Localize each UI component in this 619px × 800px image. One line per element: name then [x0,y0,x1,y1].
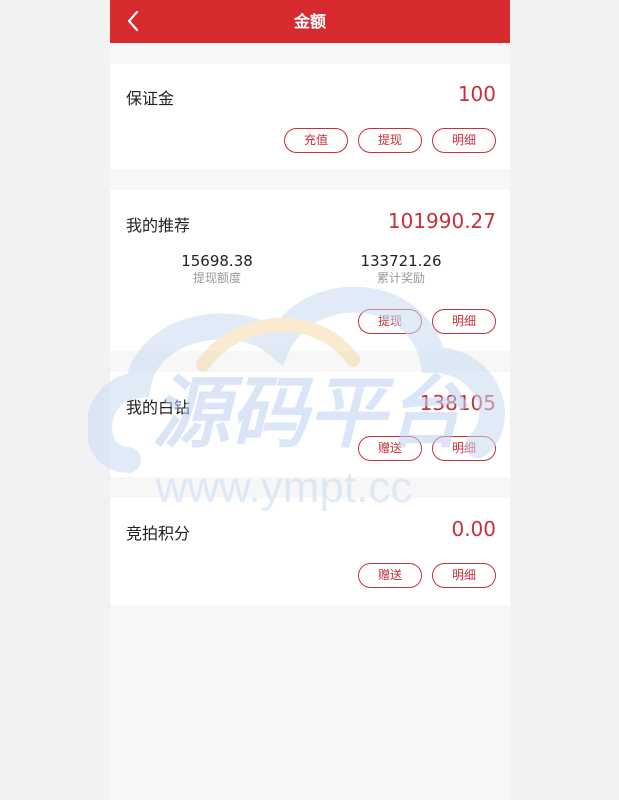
diamond-amount: 138105 [419,391,496,415]
referral-withdraw-button[interactable]: 提现 [358,309,422,334]
page-title: 金额 [293,12,326,31]
auction-points-amount: 0.00 [451,517,496,541]
total-reward-value: 133721.26 [360,252,442,270]
withdraw-quota-stat: 15698.38 提现额度 [137,252,297,286]
referral-card: 我的推荐 101990.27 15698.38 提现额度 133721.26 累… [110,190,510,351]
deposit-withdraw-button[interactable]: 提现 [358,128,422,153]
deposit-title: 保证金 [126,89,175,108]
deposit-card: 保证金 100 充值 提现 明细 [110,64,510,169]
top-bar: 金额 [110,0,510,43]
auction-points-card: 竞拍积分 0.00 赠送 明细 [110,498,510,605]
deposit-details-button[interactable]: 明细 [432,128,496,153]
recharge-button[interactable]: 充值 [284,128,348,153]
referral-actions: 提现 明细 [358,309,496,334]
total-reward-label: 累计奖励 [376,271,425,285]
referral-amount: 101990.27 [387,209,496,233]
auction-points-title: 竞拍积分 [126,524,191,543]
points-gift-button[interactable]: 赠送 [358,563,422,588]
deposit-actions: 充值 提现 明细 [284,128,496,153]
auction-points-actions: 赠送 明细 [358,563,496,588]
referral-title: 我的推荐 [126,216,191,235]
diamond-details-button[interactable]: 明细 [432,436,496,461]
diamond-actions: 赠送 明细 [358,436,496,461]
total-reward-stat: 133721.26 累计奖励 [321,252,481,286]
diamond-gift-button[interactable]: 赠送 [358,436,422,461]
diamond-title: 我的白钻 [126,398,191,417]
withdraw-quota-value: 15698.38 [181,252,253,270]
points-details-button[interactable]: 明细 [432,563,496,588]
diamond-card: 我的白钻 138105 赠送 明细 [110,372,510,477]
deposit-amount: 100 [457,82,496,106]
app-screen: 金额 保证金 100 充值 提现 明细 我的推荐 101990.27 15698… [110,0,510,800]
referral-details-button[interactable]: 明细 [432,309,496,334]
withdraw-quota-label: 提现额度 [192,271,241,285]
